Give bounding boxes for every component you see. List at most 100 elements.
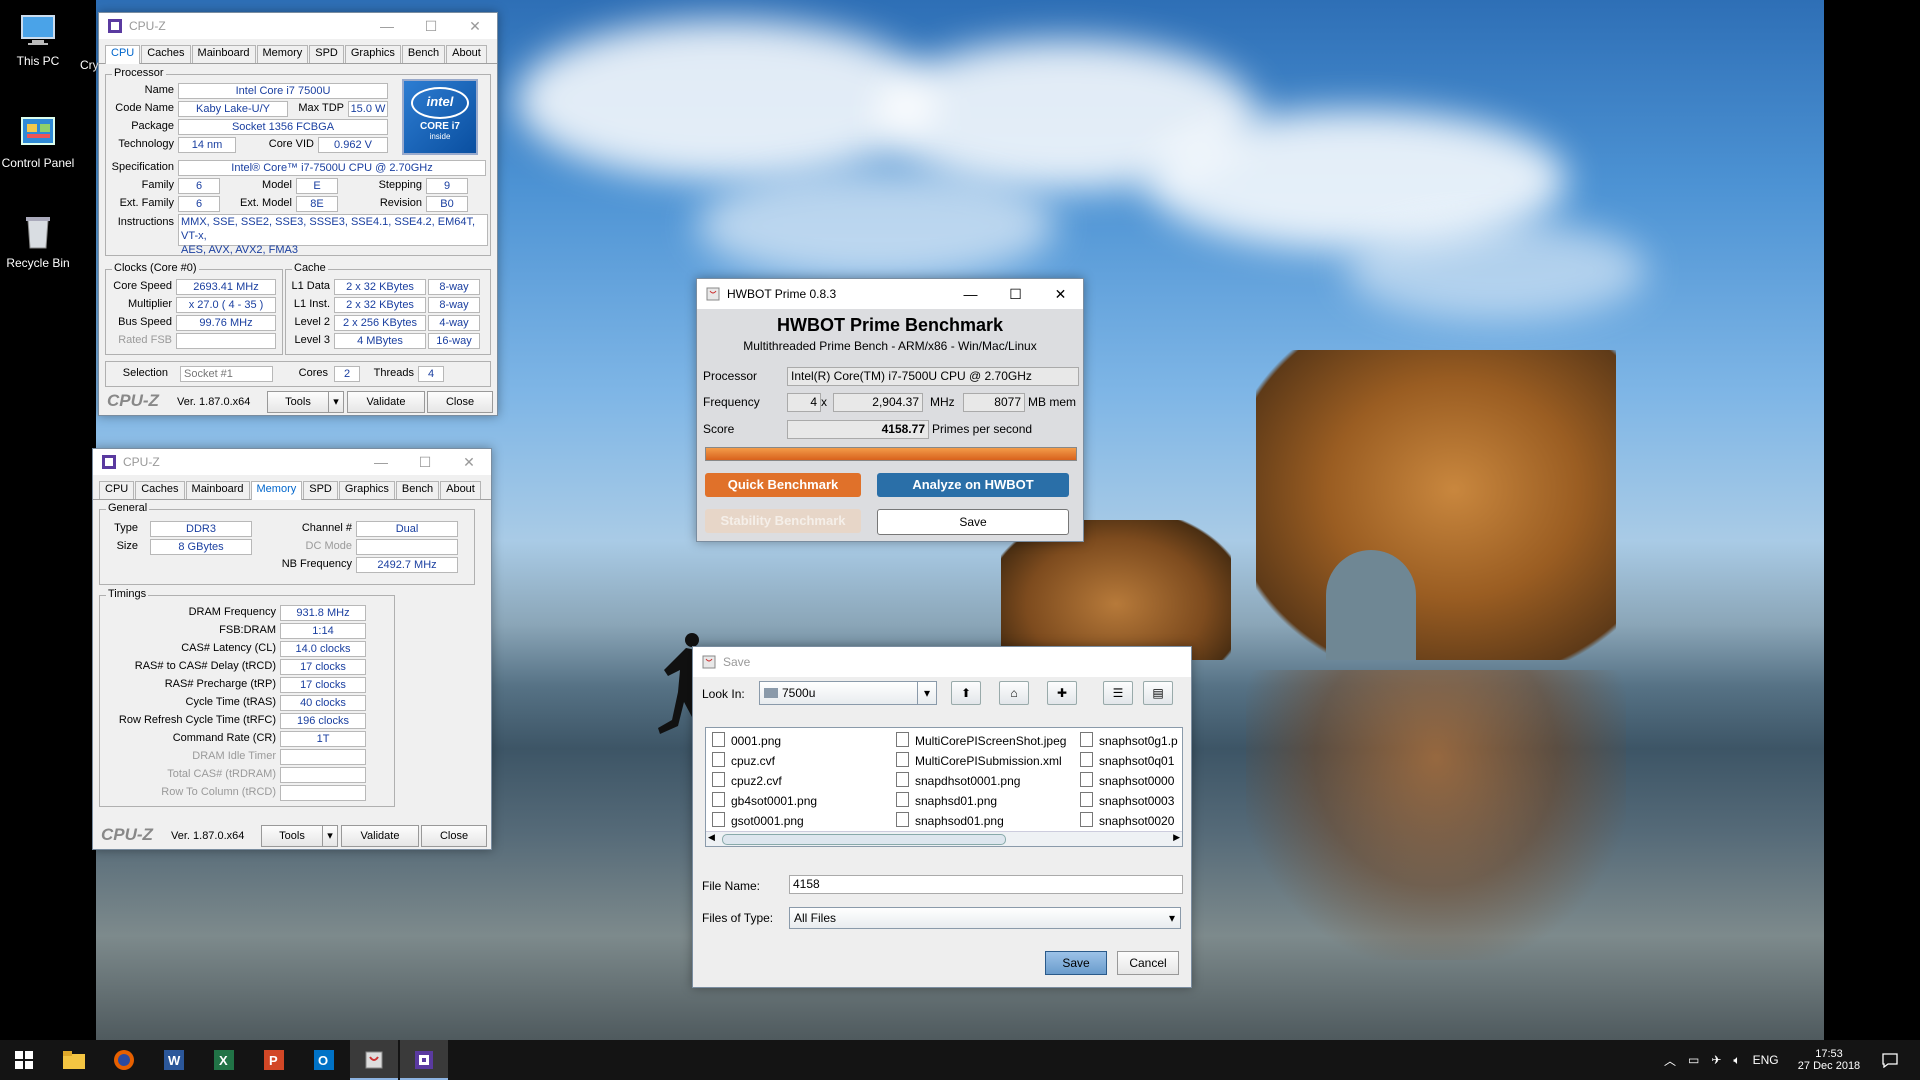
home-icon[interactable]: ⌂ — [999, 681, 1029, 705]
file-item[interactable]: snaphsot0g1.p — [1080, 732, 1178, 750]
tab-spd[interactable]: SPD — [303, 481, 338, 499]
cpuz-logo: CPU-Z — [107, 391, 159, 410]
memory-unit: MB mem — [1028, 395, 1076, 409]
maximize-button[interactable]: ☐ — [409, 13, 453, 39]
close-button[interactable]: ✕ — [453, 13, 497, 39]
tab-memory[interactable]: Memory — [256, 45, 309, 63]
save-button[interactable]: Save — [877, 509, 1069, 535]
scrollbar-thumb[interactable] — [722, 834, 1006, 845]
files-of-type-dropdown[interactable]: All Files ▾ — [789, 907, 1181, 929]
cancel-button[interactable]: Cancel — [1117, 951, 1179, 975]
file-item[interactable]: MultiCorePIScreenShot.jpeg — [896, 732, 1066, 750]
timing-label: Row Refresh Cycle Time (tRFC) — [118, 714, 276, 726]
file-name-input[interactable]: 4158 — [789, 875, 1183, 894]
close-button[interactable]: ✕ — [447, 449, 491, 475]
file-item[interactable]: 0001.png — [712, 732, 781, 750]
stability-benchmark-button[interactable]: Stability Benchmark — [705, 509, 861, 533]
battery-icon[interactable]: ▭ — [1688, 1053, 1699, 1067]
validate-button[interactable]: Validate — [341, 825, 419, 847]
taskbar-cpuz[interactable] — [400, 1040, 448, 1080]
chevron-up-icon[interactable]: ︿ — [1664, 1052, 1676, 1069]
minimize-button[interactable]: — — [365, 13, 409, 39]
taskbar-outlook[interactable]: O — [300, 1040, 348, 1080]
file-item[interactable]: snaphsot0q01 — [1080, 752, 1174, 770]
frequency-label: Frequency — [703, 395, 760, 409]
tab-cpu[interactable]: CPU — [99, 481, 135, 499]
family-value: 6 — [178, 178, 220, 194]
file-item[interactable]: snapdhsot0001.png — [896, 772, 1020, 790]
notifications-button[interactable] — [1870, 1040, 1910, 1080]
quick-benchmark-button[interactable]: Quick Benchmark — [705, 473, 861, 497]
tab-bench[interactable]: Bench — [395, 481, 440, 499]
file-item[interactable]: gb4sot0001.png — [712, 792, 817, 810]
chevron-down-icon[interactable]: ▾ — [917, 682, 936, 704]
file-item[interactable]: MultiCorePISubmission.xml — [896, 752, 1062, 770]
tab-cpu[interactable]: CPU — [105, 45, 141, 64]
network-icon[interactable]: ✈ — [1711, 1053, 1721, 1067]
file-item[interactable]: snaphsot0020 — [1080, 812, 1174, 830]
maximize-button[interactable]: ☐ — [993, 279, 1038, 309]
file-item[interactable]: snaphsd01.png — [896, 792, 997, 810]
file-item[interactable]: cpuz2.cvf — [712, 772, 782, 790]
file-item[interactable]: gsot0001.png — [712, 812, 804, 830]
tab-caches[interactable]: Caches — [135, 481, 185, 499]
close-button[interactable]: ✕ — [1038, 279, 1083, 309]
title-bar[interactable]: CPU-Z — ☐ ✕ — [99, 13, 497, 39]
close-button-bottom[interactable]: Close — [421, 825, 487, 847]
taskbar-powerpoint[interactable]: P — [250, 1040, 298, 1080]
title-bar[interactable]: CPU-Z — ☐ ✕ — [93, 449, 491, 475]
tab-graphics[interactable]: Graphics — [338, 481, 395, 499]
analyze-on-hwbot-button[interactable]: Analyze on HWBOT — [877, 473, 1069, 497]
minimize-button[interactable]: — — [359, 449, 403, 475]
title-bar[interactable]: HWBOT Prime 0.8.3 — ☐ ✕ — [697, 279, 1083, 309]
list-view-icon[interactable]: ☰ — [1103, 681, 1133, 705]
file-list[interactable]: 0001.png cpuz.cvf cpuz2.cvf gb4sot0001.p… — [705, 727, 1183, 847]
desktop-icon-recycle-bin[interactable]: Recycle Bin — [0, 212, 76, 270]
title-bar[interactable]: Save — [693, 647, 1191, 677]
language-indicator[interactable]: ENG — [1753, 1053, 1779, 1067]
timing-value: 40 clocks — [280, 695, 366, 711]
minimize-button[interactable]: — — [948, 279, 993, 309]
tools-button[interactable]: Tools — [261, 825, 323, 847]
file-item[interactable]: snaphsod01.png — [896, 812, 1004, 830]
close-button-bottom[interactable]: Close — [427, 391, 493, 413]
scroll-left-icon[interactable]: ◀ — [708, 832, 715, 843]
tab-caches[interactable]: Caches — [141, 45, 191, 63]
volume-icon[interactable]: 🔈︎ — [1733, 1053, 1740, 1068]
tools-dropdown-icon[interactable]: ▾ — [328, 391, 344, 413]
up-folder-icon[interactable]: ⬆ — [951, 681, 981, 705]
maximize-button[interactable]: ☐ — [403, 449, 447, 475]
tab-bench[interactable]: Bench — [401, 45, 446, 63]
new-folder-icon[interactable]: ✚ — [1047, 681, 1077, 705]
start-button[interactable] — [0, 1040, 48, 1080]
horizontal-scrollbar[interactable]: ◀ ▶ — [706, 831, 1182, 846]
tab-mainboard[interactable]: Mainboard — [185, 481, 250, 499]
tab-memory[interactable]: Memory — [250, 481, 303, 500]
file-item[interactable]: snaphsot0003 — [1080, 792, 1174, 810]
tab-about[interactable]: About — [446, 45, 487, 63]
taskbar-word[interactable]: W — [150, 1040, 198, 1080]
validate-button[interactable]: Validate — [347, 391, 425, 413]
clock[interactable]: 17:53 27 Dec 2018 — [1794, 1040, 1864, 1080]
tab-spd[interactable]: SPD — [309, 45, 344, 63]
save-dialog-save-button[interactable]: Save — [1045, 951, 1107, 975]
selection-dropdown[interactable]: Socket #1 — [180, 366, 273, 382]
desktop-icon-this-pc[interactable]: This PC — [0, 10, 76, 68]
file-item[interactable]: snaphsot0000 — [1080, 772, 1174, 790]
tools-button[interactable]: Tools — [267, 391, 329, 413]
details-view-icon[interactable]: ▤ — [1143, 681, 1173, 705]
chevron-down-icon[interactable]: ▾ — [1164, 908, 1180, 928]
taskbar-java-app[interactable] — [350, 1040, 398, 1080]
frequency-value: 2,904.37 — [833, 393, 923, 412]
look-in-dropdown[interactable]: 7500u ▾ — [759, 681, 937, 705]
file-item[interactable]: cpuz.cvf — [712, 752, 775, 770]
taskbar-firefox[interactable] — [100, 1040, 148, 1080]
tab-mainboard[interactable]: Mainboard — [191, 45, 256, 63]
tools-dropdown-icon[interactable]: ▾ — [322, 825, 338, 847]
tab-about[interactable]: About — [440, 481, 481, 499]
taskbar-excel[interactable]: X — [200, 1040, 248, 1080]
desktop-icon-control-panel[interactable]: Control Panel — [0, 112, 76, 170]
taskbar-file-explorer[interactable] — [50, 1040, 98, 1080]
tab-graphics[interactable]: Graphics — [344, 45, 401, 63]
scroll-right-icon[interactable]: ▶ — [1173, 832, 1180, 843]
